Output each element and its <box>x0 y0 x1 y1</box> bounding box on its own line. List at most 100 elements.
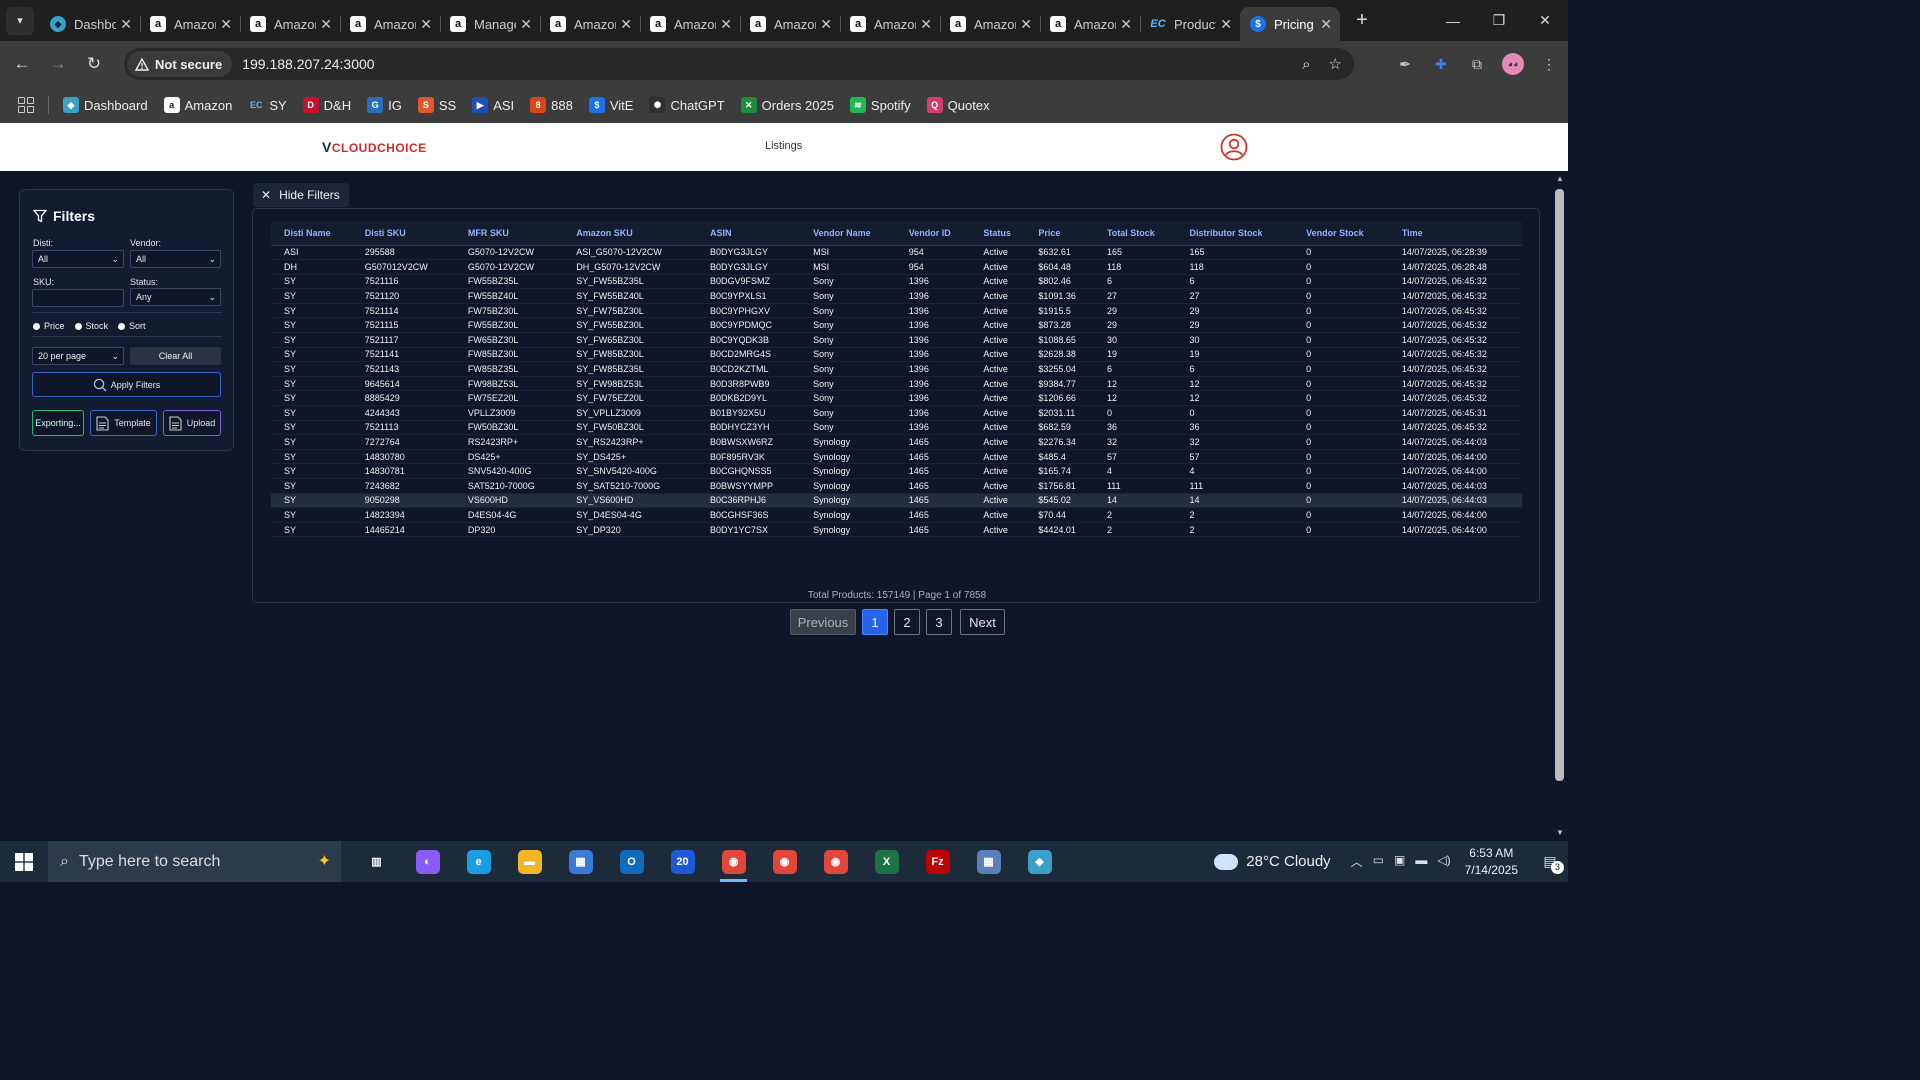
taskbar-app[interactable]: ▦ <box>963 841 1014 882</box>
table-row[interactable]: SY 9645614 FW98BZ53L SY_FW98BZ53L B0D3R8PWB9… <box>271 376 1522 392</box>
table-row[interactable]: SY 14465214 DP320 SY_DP320 B0DY1YC7SX Synolog… <box>271 522 1522 538</box>
browser-tab[interactable]: a Amazon✕ <box>340 7 440 41</box>
table-row[interactable]: SY 7272764 RS2423RP+ SY_RS2423RP+ B0BWSXW6RZ… <box>271 434 1522 450</box>
taskbar-app[interactable]: ◉ <box>810 841 861 882</box>
start-button[interactable] <box>0 841 48 882</box>
column-header[interactable]: Vendor Name <box>800 221 896 246</box>
weather-widget[interactable]: 28°C Cloudy <box>1214 853 1331 870</box>
extensions-puzzle-icon[interactable]: ⧉ <box>1466 53 1488 75</box>
apply-filters-button[interactable]: Apply Filters <box>32 372 221 397</box>
forward-button[interactable]: → <box>40 46 76 82</box>
column-header[interactable]: Disti Name <box>271 221 352 246</box>
taskbar-app[interactable]: ◉ <box>759 841 810 882</box>
taskbar-app[interactable]: ◉ <box>708 841 759 882</box>
taskbar-app[interactable]: ◐ <box>402 841 453 882</box>
bookmark-item[interactable]: Q Quotex <box>926 97 990 113</box>
hide-filters-button[interactable]: ✕ Hide Filters <box>253 183 349 207</box>
table-row[interactable]: ASI 295588 G5070-12V2CW ASI_G5070-12V2CW B0D… <box>271 245 1522 261</box>
close-tab-icon[interactable]: ✕ <box>920 16 932 33</box>
address-bar[interactable]: Not secure 199.188.207.24:3000 ⌕ ☆ <box>124 48 1354 80</box>
security-chip[interactable]: Not secure <box>127 51 233 77</box>
column-header[interactable]: MFR SKU <box>454 221 564 246</box>
table-row[interactable]: SY 14823394 D4ES04-4G SY_D4ES04-4G B0CGHSF36… <box>271 507 1522 523</box>
table-row[interactable]: SY 7243682 SAT5210-7000G SY_SAT5210-7000G B0… <box>271 478 1522 494</box>
close-tab-icon[interactable]: ✕ <box>720 16 732 33</box>
system-clock[interactable]: 6:53 AM 7/14/2025 <box>1465 845 1518 879</box>
status-select[interactable]: Any ⌄ <box>130 288 221 306</box>
volume-icon[interactable]: ◁) <box>1437 853 1450 870</box>
back-button[interactable]: ← <box>4 46 40 82</box>
column-header[interactable]: ASIN <box>696 221 801 246</box>
scroll-down-arrow-icon[interactable]: ▼ <box>1555 828 1565 838</box>
table-row[interactable]: SY 7521113 FW50BZ30L SY_FW50BZ30L B0DHYCZ3YH… <box>271 420 1522 436</box>
close-tab-icon[interactable]: ✕ <box>1220 16 1232 33</box>
bookmark-item[interactable]: G IG <box>367 97 402 113</box>
device-icon[interactable]: ▣ <box>1394 853 1405 870</box>
close-tab-icon[interactable]: ✕ <box>120 16 132 33</box>
bookmark-item[interactable]: D D&H <box>302 97 351 113</box>
per-page-select[interactable]: 20 per page ⌄ <box>32 347 124 365</box>
bookmark-item[interactable]: ▶ ASI <box>472 97 514 113</box>
new-tab-button[interactable]: + <box>1348 7 1376 35</box>
taskbar-app[interactable]: 20 <box>657 841 708 882</box>
vendor-select[interactable]: All ⌄ <box>130 250 221 268</box>
close-tab-icon[interactable]: ✕ <box>820 16 832 33</box>
tab-search-button[interactable]: ▾ <box>6 6 34 35</box>
table-row[interactable]: SY 8885429 FW75EZ20L SY_FW75EZ20L B0DKB2D9YL… <box>271 390 1522 407</box>
browser-tab[interactable]: a Amazon✕ <box>840 7 940 41</box>
browser-tab[interactable]: a Amazon✕ <box>1040 7 1140 41</box>
table-row[interactable]: SY 7521141 FW85BZ30L SY_FW85BZ30L B0CD2MRG4S… <box>271 347 1522 363</box>
url-text[interactable]: 199.188.207.24:3000 <box>242 56 374 72</box>
table-row[interactable]: SY 14830780 DS425+ SY_DS425+ B0F895RV3K Synol… <box>271 449 1522 465</box>
table-row[interactable]: SY 7521143 FW85BZ35L SY_FW85BZ35L B0CD2KZTML… <box>271 361 1522 377</box>
bookmark-item[interactable]: a Amazon <box>163 97 232 113</box>
close-window-button[interactable]: ✕ <box>1522 0 1568 41</box>
table-row[interactable]: SY 4244343 VPLLZ3009 SY_VPLLZ3009 B01BY92X5U… <box>271 405 1522 421</box>
profile-avatar[interactable]: ◕◕ <box>1502 53 1524 75</box>
page-1-button[interactable]: 1 <box>862 609 888 635</box>
battery-icon[interactable]: ▬ <box>1415 853 1427 870</box>
browser-tab[interactable]: a Amazon✕ <box>740 7 840 41</box>
scroll-up-arrow-icon[interactable]: ▲ <box>1555 174 1565 184</box>
browser-tab[interactable]: a Amazon✕ <box>540 7 640 41</box>
browser-tab[interactable]: $ Pricing ✕ <box>1240 7 1340 41</box>
column-header[interactable]: Vendor ID <box>895 221 971 246</box>
table-row[interactable]: SY 7521115 FW55BZ30L SY_FW55BZ30L B0C9YPDMQC… <box>271 317 1522 334</box>
bookmark-item[interactable]: $ VitE <box>588 97 633 113</box>
browser-tab[interactable]: a Manage✕ <box>440 7 540 41</box>
table-row[interactable]: SY 7521120 FW55BZ40L SY_FW55BZ40L B0C9YPXLS1… <box>271 288 1522 304</box>
browser-tab[interactable]: a Amazon✕ <box>940 7 1040 41</box>
scroll-thumb[interactable] <box>1555 189 1564 781</box>
browser-tab[interactable]: ◆ Dashboard✕ <box>40 7 140 41</box>
template-button[interactable]: Template <box>90 410 157 436</box>
taskbar-search[interactable]: ⌕ Type here to search ✦ <box>48 841 341 882</box>
close-tab-icon[interactable]: ✕ <box>420 16 432 33</box>
taskbar-app[interactable]: ◆ <box>1014 841 1065 882</box>
restore-button[interactable]: ❐ <box>1476 0 1522 41</box>
taskbar-app[interactable]: ▥ <box>351 841 402 882</box>
bookmark-item[interactable]: S SS <box>417 97 456 113</box>
bookmark-item[interactable]: ✕ Orders 2025 <box>740 97 834 113</box>
upload-button[interactable]: Upload <box>163 410 221 436</box>
table-row[interactable]: SY 9050298 VS600HD SY_VS600HD B0C36RPHJ6 Syno… <box>271 493 1522 509</box>
bookmark-item[interactable]: ≋ Spotify <box>849 97 911 113</box>
column-header[interactable]: Time <box>1388 221 1522 246</box>
close-tab-icon[interactable]: ✕ <box>220 16 232 33</box>
next-page-button[interactable]: Next <box>960 609 1005 635</box>
table-row[interactable]: SY 14830781 SNV5420-400G SY_SNV5420-400G B0C… <box>271 463 1522 479</box>
user-profile-icon[interactable] <box>1220 133 1248 161</box>
apps-grid-icon[interactable] <box>18 97 34 113</box>
radio-stock[interactable]: Stock <box>74 321 108 331</box>
sku-input[interactable] <box>32 289 124 307</box>
disti-select[interactable]: All ⌄ <box>32 250 124 268</box>
close-tab-icon[interactable]: ✕ <box>620 16 632 33</box>
extension-feather-icon[interactable]: ✒ <box>1394 53 1416 75</box>
column-header[interactable]: Price <box>1025 221 1094 246</box>
notification-center-icon[interactable]: ▤ 3 <box>1536 848 1564 876</box>
column-header[interactable]: Disti SKU <box>351 221 455 246</box>
page-3-button[interactable]: 3 <box>926 609 952 635</box>
column-header[interactable]: Distributor Stock <box>1176 221 1294 246</box>
browser-tab[interactable]: a Amazon✕ <box>140 7 240 41</box>
page-2-button[interactable]: 2 <box>894 609 920 635</box>
column-header[interactable]: Status <box>970 221 1026 246</box>
